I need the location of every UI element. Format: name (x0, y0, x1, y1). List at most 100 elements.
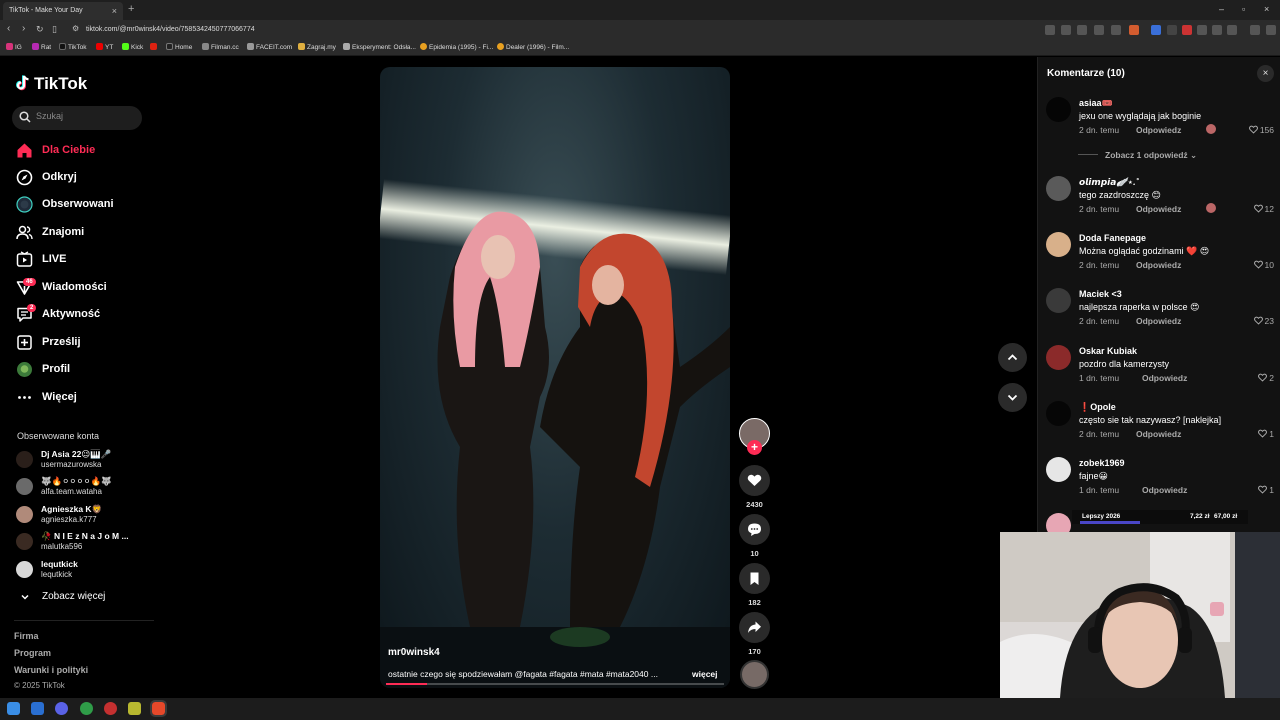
avatar[interactable] (1046, 401, 1071, 426)
follow-plus-icon[interactable]: + (747, 440, 762, 455)
comment-button[interactable] (739, 514, 770, 545)
media-icon[interactable] (1250, 25, 1260, 35)
footer-link[interactable]: Warunki i polityki (14, 665, 88, 675)
share-icon[interactable] (1111, 25, 1121, 35)
reply-button[interactable]: Odpowiedz (1136, 316, 1181, 326)
nav-following[interactable]: Obserwowani (16, 195, 156, 215)
share-button[interactable] (739, 612, 770, 643)
bookmark-item[interactable]: Home (166, 43, 192, 51)
video-author[interactable]: mr0winsk4 (388, 647, 440, 658)
reply-button[interactable]: Odpowiedz (1136, 125, 1181, 135)
comment-like-button[interactable]: 2 (1258, 373, 1274, 383)
extension-icon[interactable] (1077, 25, 1087, 35)
bookmark-item[interactable]: Filman.cc (202, 43, 239, 51)
comment-like-button[interactable]: 10 (1253, 260, 1274, 270)
zoom-icon[interactable] (1094, 25, 1104, 35)
search-input[interactable] (36, 111, 136, 121)
link-icon[interactable] (1227, 25, 1237, 35)
bookmark-page-icon[interactable]: ▯ (52, 24, 57, 35)
following-account[interactable]: Dj Asia 22😉🎹🎤 usermazurowska (16, 449, 146, 471)
back-icon[interactable]: ‹ (7, 23, 10, 34)
reply-button[interactable]: Odpowiedz (1142, 485, 1187, 495)
following-account[interactable]: 🥀 N I E z N a J o M ... malutka596 (16, 531, 146, 553)
nav-live[interactable]: LIVE (16, 250, 156, 270)
reply-button[interactable]: Odpowiedz (1136, 260, 1181, 270)
extension-icon[interactable] (1151, 25, 1161, 35)
comment-like-button[interactable]: 156 (1248, 125, 1274, 135)
comment-like-button[interactable]: 1 (1258, 485, 1274, 495)
bookmark-item[interactable]: Epidemia (1995) - Fi... (420, 43, 493, 51)
reply-button[interactable]: Odpowiedz (1136, 204, 1181, 214)
comment-like-button[interactable]: 12 (1253, 204, 1274, 214)
extensions-icon[interactable] (1197, 25, 1207, 35)
reply-button[interactable]: Odpowiedz (1136, 429, 1181, 439)
previous-video-button[interactable] (998, 343, 1027, 372)
comment-like-button[interactable]: 23 (1253, 316, 1274, 326)
bookmark-item[interactable] (150, 43, 159, 51)
search-box[interactable] (12, 106, 142, 130)
close-icon[interactable]: × (1257, 65, 1274, 82)
new-tab-icon[interactable]: + (128, 3, 134, 15)
following-account[interactable]: 🐺🔥⚪⚪⚪⚪🔥🐺 alfa.team.wataha (16, 476, 146, 498)
taskbar-app-icon[interactable] (55, 702, 68, 715)
taskbar-app-icon[interactable] (31, 702, 44, 715)
nav-explore[interactable]: Odkryj (16, 168, 156, 188)
save-button[interactable] (739, 563, 770, 594)
reply-button[interactable]: Odpowiedz (1142, 373, 1187, 383)
taskbar-app-icon[interactable] (80, 702, 93, 715)
avatar[interactable] (1046, 232, 1071, 257)
bookmark-item[interactable]: YT (96, 43, 113, 51)
avatar[interactable] (1046, 97, 1071, 122)
music-disc-icon[interactable] (740, 660, 769, 689)
browser-tab[interactable]: TikTok - Make Your Day × (3, 2, 123, 20)
bookmark-item[interactable]: Dealer (1996) - Film... (497, 43, 569, 51)
avatar[interactable] (1046, 288, 1071, 313)
next-video-button[interactable] (998, 383, 1027, 412)
bookmark-item[interactable]: TikTok (59, 43, 87, 51)
comment-like-button[interactable]: 1 (1258, 429, 1274, 439)
video-progress-bar[interactable] (386, 683, 724, 685)
taskbar-app-icon[interactable] (128, 702, 141, 715)
extension-icon[interactable] (1167, 25, 1177, 35)
following-account[interactable]: Agnieszka K🦁 agnieszka.k777 (16, 504, 146, 526)
following-account[interactable]: lequtkick lequtkick (16, 559, 146, 581)
nav-messages[interactable]: 46 Wiadomości (16, 278, 156, 298)
nav-upload[interactable]: Prześlij (16, 333, 156, 353)
site-info-icon[interactable]: ⚙ (72, 24, 79, 33)
taskbar-brave-icon[interactable] (150, 700, 167, 717)
nav-profile[interactable]: Profil (16, 360, 156, 380)
bookmark-item[interactable]: Rat (32, 43, 51, 51)
bookmark-item[interactable]: Kick (122, 43, 143, 51)
menu-icon[interactable] (1266, 25, 1276, 35)
bookmark-item[interactable]: IG (6, 43, 22, 51)
url-field[interactable]: tiktok.com/@mr0winsk4/video/758534245077… (86, 26, 255, 33)
avatar[interactable] (1046, 345, 1071, 370)
extension-icon[interactable] (1045, 25, 1055, 35)
nav-friends[interactable]: Znajomi (16, 223, 156, 243)
bookmark-item[interactable]: Eksperyment: Odsła... (343, 43, 416, 51)
nav-activity[interactable]: 2 Aktywność (16, 304, 156, 325)
brave-shield-icon[interactable] (1129, 25, 1139, 35)
download-icon[interactable] (1212, 25, 1222, 35)
video-player[interactable]: mr0winsk4 ostatnie czego się spodziewała… (380, 67, 730, 688)
taskbar-app-icon[interactable] (104, 702, 117, 715)
like-button[interactable] (739, 465, 770, 496)
windows-start-icon[interactable] (7, 702, 20, 715)
reload-icon[interactable]: ↻ (36, 24, 44, 35)
maximize-icon[interactable]: ▫ (1242, 4, 1245, 14)
extension-icon[interactable] (1182, 25, 1192, 35)
minimize-icon[interactable]: – (1219, 4, 1224, 14)
window-close-icon[interactable]: × (1264, 4, 1269, 14)
footer-link[interactable]: Program (14, 648, 51, 658)
extension-icon[interactable] (1061, 25, 1071, 35)
footer-link[interactable]: Firma (14, 631, 39, 641)
tiktok-logo[interactable]: TikTok (16, 74, 87, 94)
bookmark-item[interactable]: Zagraj.my (298, 43, 336, 51)
caption-more-button[interactable]: więcej (692, 669, 718, 679)
avatar[interactable] (1046, 176, 1071, 201)
avatar[interactable] (1046, 457, 1071, 482)
bookmark-item[interactable]: FACEIT.com (247, 43, 292, 51)
nav-more[interactable]: Więcej (16, 388, 156, 408)
tab-close-icon[interactable]: × (112, 6, 117, 16)
forward-icon[interactable]: › (22, 23, 25, 34)
